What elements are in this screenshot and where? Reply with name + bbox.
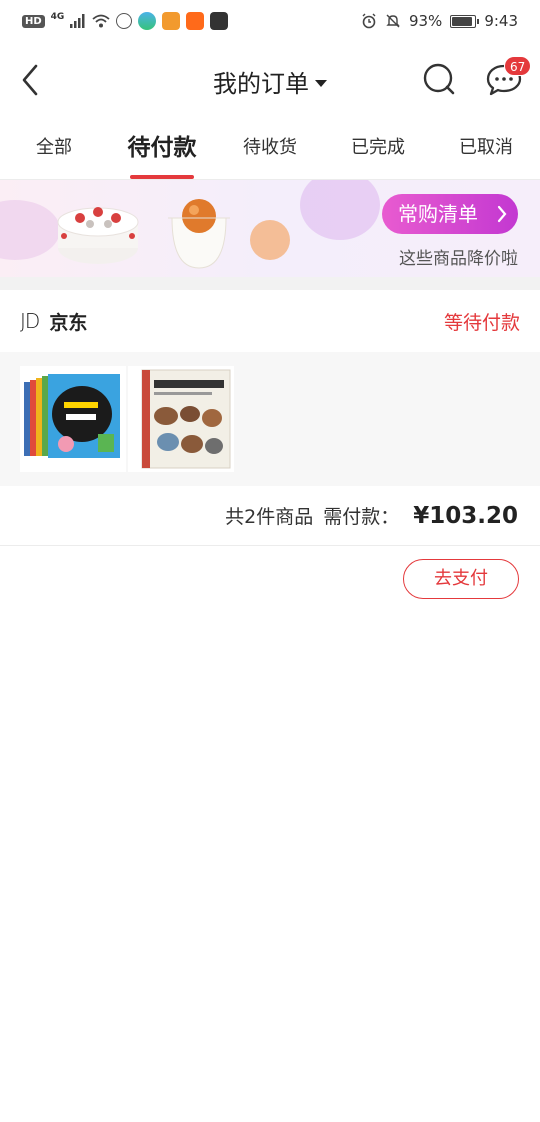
book-set-image[interactable]	[20, 366, 126, 472]
book-cover-image[interactable]	[128, 366, 234, 472]
chevron-right-icon	[497, 205, 507, 223]
status-bar: HD 4G 93% 9:43	[0, 0, 540, 42]
battery-icon	[450, 14, 480, 28]
battery-percent: 93%	[408, 12, 443, 30]
decoration	[250, 220, 290, 260]
page-title: 我的订单	[213, 70, 309, 98]
section-divider	[0, 277, 540, 290]
shop-name: 京东	[49, 311, 88, 334]
salted-egg-image	[168, 199, 230, 269]
tab-completed[interactable]: 已完成	[324, 118, 432, 179]
frequent-purchase-button[interactable]: 常购清单	[382, 194, 518, 234]
order-summary: 共2件商品 需付款： ¥103.20	[0, 486, 540, 546]
clock: 9:43	[484, 12, 518, 30]
app-notification-icon	[162, 12, 181, 30]
signal-icon	[70, 14, 85, 28]
tab-all[interactable]: 全部	[0, 118, 108, 179]
tiktok-notification-icon	[210, 12, 229, 30]
order-amount: ¥103.20	[413, 502, 518, 529]
caret-down-icon	[315, 79, 327, 87]
decoration	[300, 180, 380, 240]
taobao-notification-icon	[186, 12, 205, 30]
tab-pending-payment[interactable]: 待付款	[108, 118, 216, 179]
order-shop-header[interactable]: JD 京东 等待付款	[0, 290, 540, 352]
pay-label: 需付款：	[323, 506, 400, 528]
app-notification-icon	[116, 13, 133, 29]
promo-banner[interactable]: 常购清单 这些商品降价啦	[0, 180, 540, 277]
page-title-dropdown[interactable]: 我的订单	[0, 64, 540, 99]
tab-pending-receipt[interactable]: 待收货	[216, 118, 324, 179]
cake-image	[57, 207, 139, 264]
hd-indicator: HD	[22, 14, 45, 28]
message-count-badge: 67	[504, 56, 532, 76]
tab-cancelled[interactable]: 已取消	[432, 118, 540, 179]
jd-logo: JD	[20, 309, 40, 333]
item-count: 共2件商品	[225, 506, 314, 528]
wifi-icon	[92, 14, 110, 28]
order-products[interactable]	[0, 352, 540, 486]
search-icon[interactable]	[420, 60, 458, 98]
pay-button[interactable]: 去支付	[403, 559, 519, 599]
app-notification-icon	[138, 12, 157, 30]
alarm-icon	[362, 13, 376, 29]
banner-subtitle: 这些商品降价啦	[399, 249, 518, 269]
order-status: 等待付款	[443, 311, 520, 334]
nav-header: 我的订单 67	[0, 42, 540, 118]
order-tabs: 全部 待付款 待收货 已完成 已取消	[0, 118, 540, 180]
network-type: 4G	[50, 12, 65, 22]
frequent-purchase-label: 常购清单	[398, 202, 478, 226]
mute-icon	[386, 14, 400, 28]
